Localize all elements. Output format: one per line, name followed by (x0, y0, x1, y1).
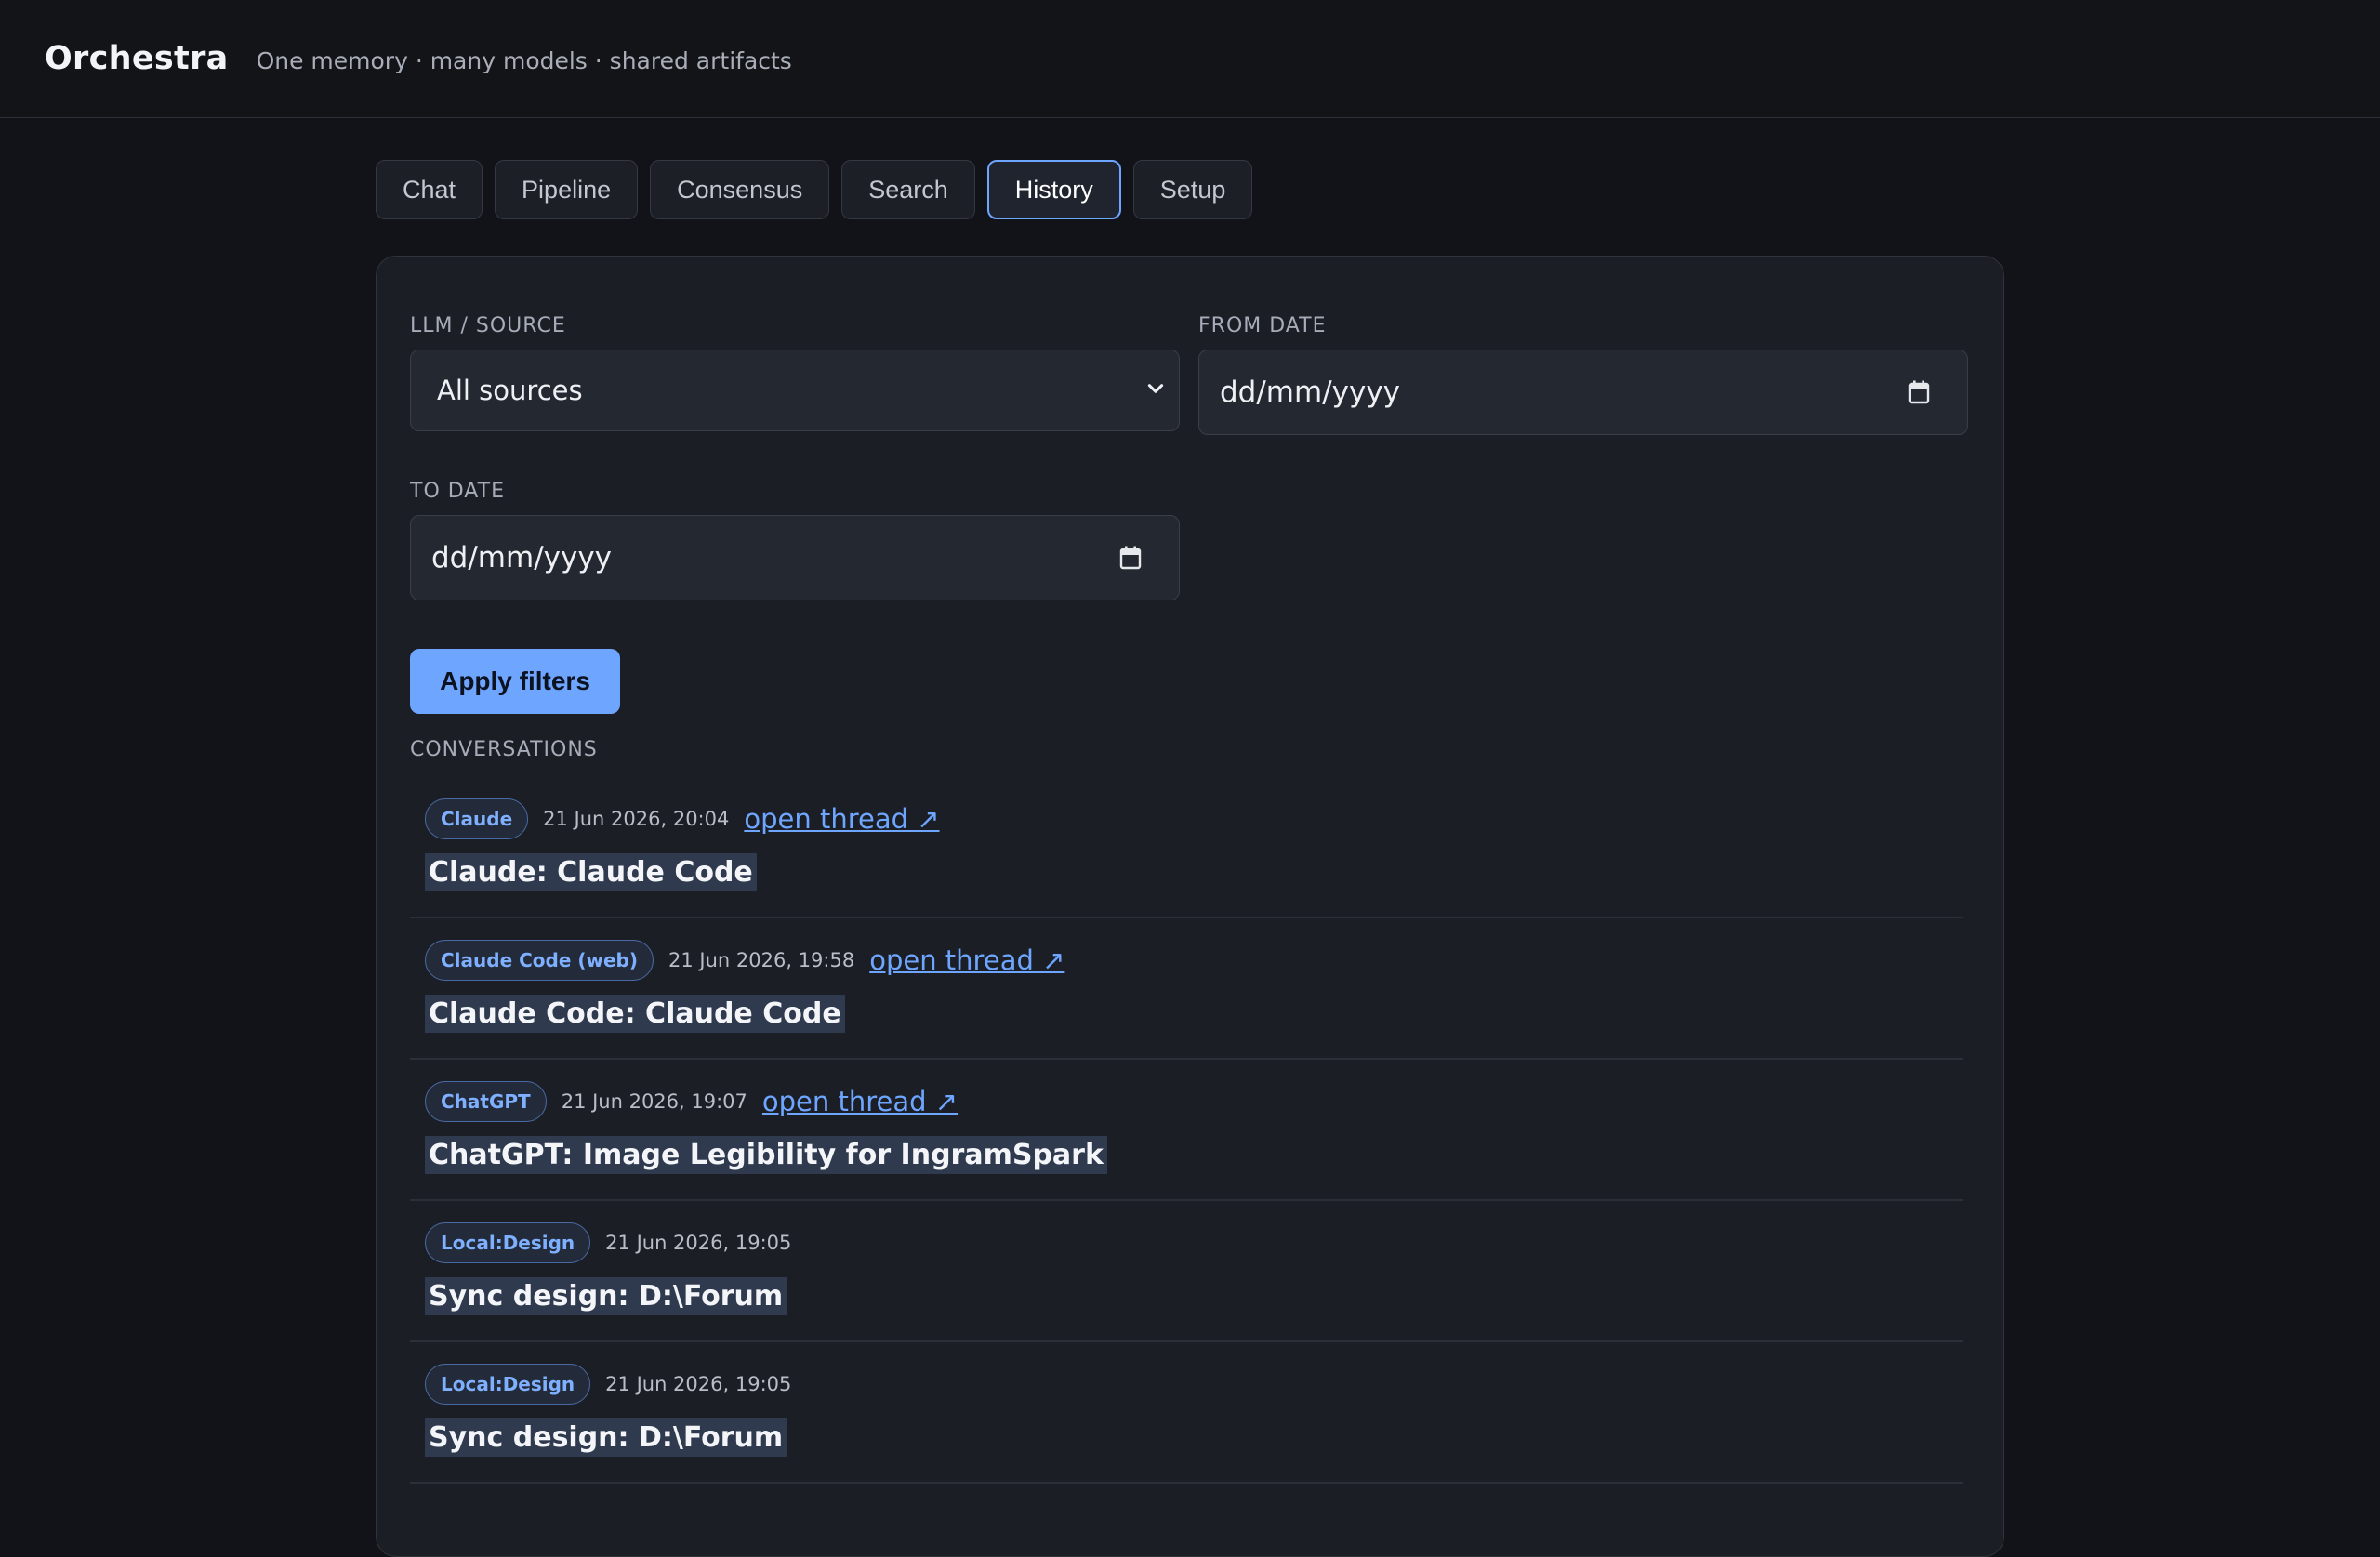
tab-consensus[interactable]: Consensus (650, 160, 830, 219)
conversation-meta: Claude Code (web) 21 Jun 2026, 19:58 ope… (425, 939, 1064, 982)
conversation-title[interactable]: Sync design: D:\Forum (425, 1277, 787, 1315)
source-badge: Claude Code (web) (425, 940, 654, 981)
tab-setup[interactable]: Setup (1132, 160, 1253, 219)
open-thread-link[interactable]: open thread ↗ (869, 944, 1064, 976)
chevron-down-icon (1147, 384, 1164, 393)
source-badge: Local:Design (425, 1364, 591, 1405)
open-thread-link[interactable]: open thread ↗ (744, 803, 939, 835)
history-panel: LLM / SOURCE All sources FROM DATE dd/mm… (376, 256, 2004, 1557)
open-thread-link[interactable]: open thread ↗ (762, 1086, 958, 1117)
conversation-list: Claude 21 Jun 2026, 20:04 open thread ↗ … (410, 777, 1963, 1484)
list-item: Local:Design 21 Jun 2026, 19:05 Sync des… (410, 1342, 1963, 1484)
list-item: Claude 21 Jun 2026, 20:04 open thread ↗ … (410, 777, 1963, 918)
source-select-value: All sources (437, 375, 583, 406)
to-date-label: TO DATE (410, 480, 505, 503)
from-date-placeholder: dd/mm/yyyy (1220, 376, 1401, 409)
list-item: Claude Code (web) 21 Jun 2026, 19:58 ope… (410, 918, 1963, 1060)
source-select[interactable]: All sources (410, 350, 1180, 431)
from-date-label: FROM DATE (1198, 314, 1327, 337)
conversation-title[interactable]: Sync design: D:\Forum (425, 1418, 787, 1457)
source-badge: Local:Design (425, 1222, 591, 1263)
source-badge: Claude (425, 798, 529, 839)
app-header: Orchestra One memory · many models · sha… (0, 0, 2380, 118)
conversation-title[interactable]: ChatGPT: Image Legibility for IngramSpar… (425, 1136, 1107, 1174)
calendar-icon[interactable] (1908, 380, 1930, 404)
calendar-icon[interactable] (1119, 546, 1142, 570)
timestamp: 21 Jun 2026, 19:05 (605, 1373, 792, 1395)
apply-filters-button[interactable]: Apply filters (410, 649, 620, 714)
conversation-title[interactable]: Claude: Claude Code (425, 853, 757, 891)
conversation-meta: Claude 21 Jun 2026, 20:04 open thread ↗ (425, 798, 940, 840)
conversation-title[interactable]: Claude Code: Claude Code (425, 995, 845, 1033)
list-item: ChatGPT 21 Jun 2026, 19:07 open thread ↗… (410, 1060, 1963, 1201)
source-label: LLM / SOURCE (410, 314, 566, 337)
from-date-input[interactable]: dd/mm/yyyy (1198, 350, 1968, 435)
timestamp: 21 Jun 2026, 19:07 (561, 1090, 747, 1113)
timestamp: 21 Jun 2026, 20:04 (543, 808, 730, 830)
tab-search[interactable]: Search (841, 160, 975, 219)
tab-history[interactable]: History (986, 160, 1121, 219)
conversation-meta: Local:Design 21 Jun 2026, 19:05 (425, 1221, 791, 1264)
conversations-label: CONVERSATIONS (410, 738, 598, 761)
conversation-meta: Local:Design 21 Jun 2026, 19:05 (425, 1363, 791, 1405)
tab-pipeline[interactable]: Pipeline (495, 160, 639, 219)
conversation-meta: ChatGPT 21 Jun 2026, 19:07 open thread ↗ (425, 1080, 958, 1123)
app-subtitle: One memory · many models · shared artifa… (256, 46, 792, 74)
timestamp: 21 Jun 2026, 19:58 (668, 949, 855, 971)
to-date-input[interactable]: dd/mm/yyyy (410, 515, 1180, 600)
app-title: Orchestra (45, 40, 229, 77)
list-item: Local:Design 21 Jun 2026, 19:05 Sync des… (410, 1201, 1963, 1342)
tab-bar: Chat Pipeline Consensus Search History S… (376, 160, 1253, 219)
source-badge: ChatGPT (425, 1081, 547, 1122)
timestamp: 21 Jun 2026, 19:05 (605, 1232, 792, 1254)
tab-chat[interactable]: Chat (376, 160, 483, 219)
to-date-placeholder: dd/mm/yyyy (431, 541, 613, 574)
